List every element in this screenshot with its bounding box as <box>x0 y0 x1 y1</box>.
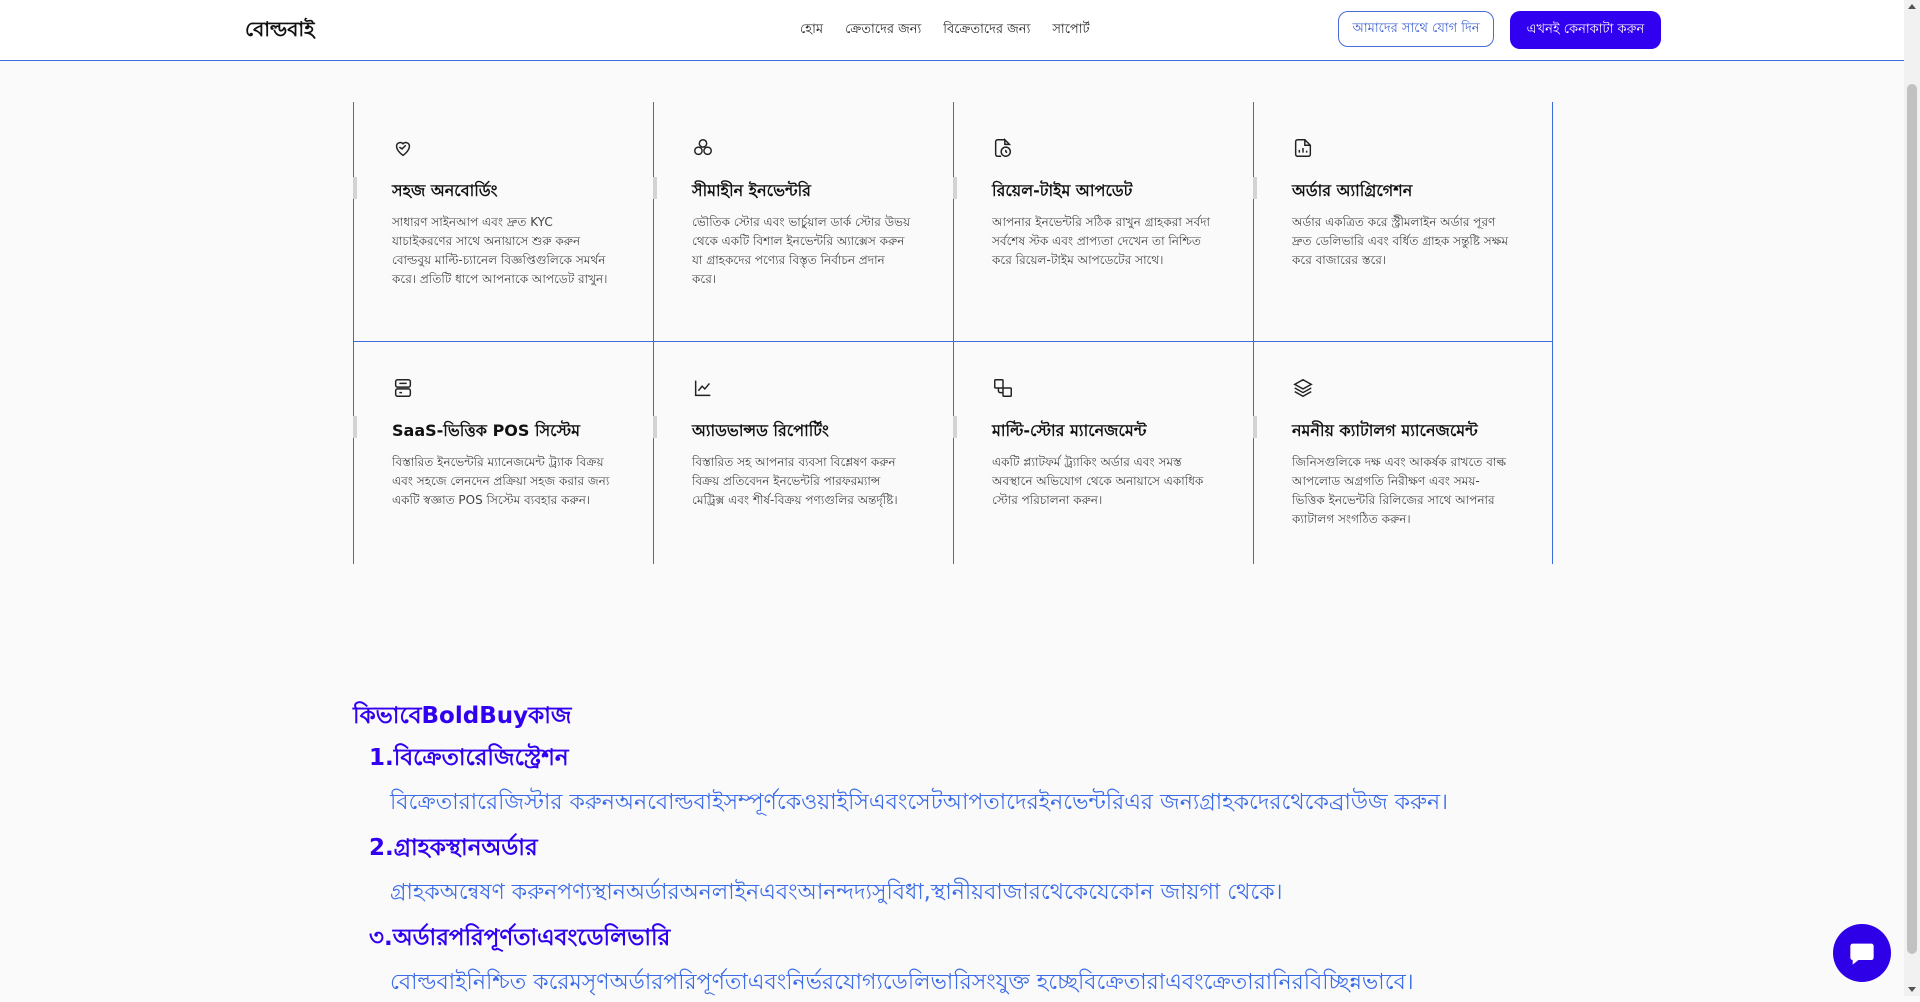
card-accent-marker <box>353 177 357 199</box>
card-accent-marker <box>653 177 657 199</box>
feature-card-multi-store: মাল্টি-স্টোর ম্যানেজমেন্ট একটি প্ল্যাটফর… <box>953 342 1253 564</box>
how-it-works-title: কিভাবেBoldBuyকাজ <box>353 703 572 729</box>
step-title: ৩.অর্ডারপরিপূর্ণতাএবংডেলিভারি <box>369 925 671 951</box>
feature-title: সহজ অনবোর্ডিং <box>392 181 498 200</box>
feature-card-order-aggregation: অর্ডার অ্যাগ্রিগেশন অর্ডার একত্রিত করে স… <box>1253 102 1553 342</box>
scroll-thumb[interactable] <box>1907 84 1917 954</box>
card-accent-marker <box>353 416 357 438</box>
how-it-works-section: কিভাবেBoldBuyকাজ 1.বিক্রেতারেজিস্ট্রেশন … <box>353 697 1653 995</box>
step-description: বিক্রেতারারেজিস্টার করুনঅনবোল্ডবাইসম্পূর… <box>390 790 1448 815</box>
step-description: বোল্ডবাইনিশ্চিত করেমসৃণঅর্ডারপরিপূর্ণতাএ… <box>390 970 1414 995</box>
pos-terminal-icon <box>394 379 412 397</box>
feature-description: আপনার ইনভেন্টরি সঠিক রাখুন গ্রাহকরা সর্ব… <box>992 215 1211 267</box>
feature-description: একটি প্ল্যাটফর্ম ট্র্যাকিং অর্ডার এবং সম… <box>992 455 1204 507</box>
brand-logo[interactable]: বোল্ডবাই <box>245 15 315 48</box>
cubes-icon <box>694 139 712 156</box>
handshake-heart-icon <box>395 141 411 157</box>
feature-description: সাধারণ সাইনআপ এবং দ্রুত KYC যাচাইকরণের স… <box>392 215 608 286</box>
nav-for-sellers[interactable]: বিক্রেতাদের জন্য <box>943 20 1030 41</box>
nav-for-buyers[interactable]: ক্রেতাদের জন্য <box>845 20 921 41</box>
step-description: গ্রাহকঅন্বেষণ করুনপণ্যস্থানঅর্ডারঅনলাইনএ… <box>390 880 1283 905</box>
feature-card-advanced-reporting: অ্যাডভান্সড রিপোর্টিং বিস্তারিত সহ আপনার… <box>653 342 953 564</box>
shop-now-button[interactable]: এখনই কেনাকাটা করুন <box>1510 11 1661 49</box>
chat-bubble-icon <box>1850 943 1874 965</box>
step-title: 2.গ্রাহকস্থানঅর্ডার <box>369 835 538 861</box>
feature-title: নমনীয় ক্যাটালগ ম্যানেজমেন্ট <box>1292 421 1478 440</box>
card-accent-marker <box>953 416 957 438</box>
card-accent-marker <box>1253 416 1257 438</box>
top-navbar: বোল্ডবাই হোম ক্রেতাদের জন্য বিক্রেতাদের … <box>0 0 1904 61</box>
scroll-down-arrow-icon[interactable] <box>1908 987 1916 992</box>
chat-button[interactable] <box>1833 924 1891 982</box>
feature-title: রিয়েল-টাইম আপডেট <box>992 181 1133 200</box>
feature-description: বিস্তারিত সহ আপনার ব্যবসা বিশ্লেষণ করুন … <box>692 455 898 507</box>
card-accent-marker <box>953 177 957 199</box>
nav-home[interactable]: হোম <box>800 20 823 41</box>
features-grid: সহজ অনবোর্ডিং সাধারণ সাইনআপ এবং দ্রুত KY… <box>353 102 1553 564</box>
feature-description: বিস্তারিত ইনভেন্টরি ম্যানেজমেন্ট ট্র্যাক… <box>392 455 610 507</box>
feature-description: ভৌতিক স্টোর এবং ভার্চুয়াল ডার্ক স্টোর উ… <box>692 215 911 286</box>
feature-card-realtime-update: রিয়েল-টাইম আপডেট আপনার ইনভেন্টরি সঠিক র… <box>953 102 1253 342</box>
main-nav: হোম ক্রেতাদের জন্য বিক্রেতাদের জন্য সাপো… <box>800 20 1090 41</box>
feature-title: অর্ডার অ্যাগ্রিগেশন <box>1292 181 1413 200</box>
page-scrollbar[interactable] <box>1904 0 1920 996</box>
card-accent-marker <box>653 416 657 438</box>
card-accent-marker <box>1253 177 1257 199</box>
feature-card-catalog-management: নমনীয় ক্যাটালগ ম্যানেজমেন্ট জিনিসগুলিকে… <box>1253 342 1553 564</box>
layers-icon <box>1293 378 1313 398</box>
feature-description: অর্ডার একত্রিত করে স্ট্রীমলাইন অর্ডার পূ… <box>1292 215 1509 267</box>
file-clock-icon <box>994 137 1012 157</box>
step-title: 1.বিক্রেতারেজিস্ট্রেশন <box>369 745 569 771</box>
feature-title: SaaS-ভিত্তিক POS সিস্টেম <box>392 421 580 440</box>
feature-title: অ্যাডভান্সড রিপোর্টিং <box>692 421 829 440</box>
feature-title: সীমাহীন ইনভেন্টরি <box>692 181 811 200</box>
feature-title: মাল্টি-স্টোর ম্যানেজমেন্ট <box>992 421 1147 440</box>
multi-store-icon <box>994 379 1012 397</box>
feature-card-easy-onboarding: সহজ অনবোর্ডিং সাধারণ সাইনআপ এবং দ্রুত KY… <box>353 102 653 342</box>
feature-card-unlimited-inventory: সীমাহীন ইনভেন্টরি ভৌতিক স্টোর এবং ভার্চু… <box>653 102 953 342</box>
feature-card-saas-pos: SaaS-ভিত্তিক POS সিস্টেম বিস্তারিত ইনভেন… <box>353 342 653 564</box>
join-us-button[interactable]: আমাদের সাথে যোগ দিন <box>1338 11 1494 47</box>
scroll-up-arrow-icon[interactable] <box>1908 4 1916 9</box>
file-chart-icon <box>1294 139 1312 157</box>
line-chart-icon <box>694 380 711 397</box>
feature-description: জিনিসগুলিকে দক্ষ এবং আকর্ষক রাখতে বাল্ক … <box>1292 455 1507 526</box>
nav-support[interactable]: সাপোর্ট <box>1052 20 1089 41</box>
